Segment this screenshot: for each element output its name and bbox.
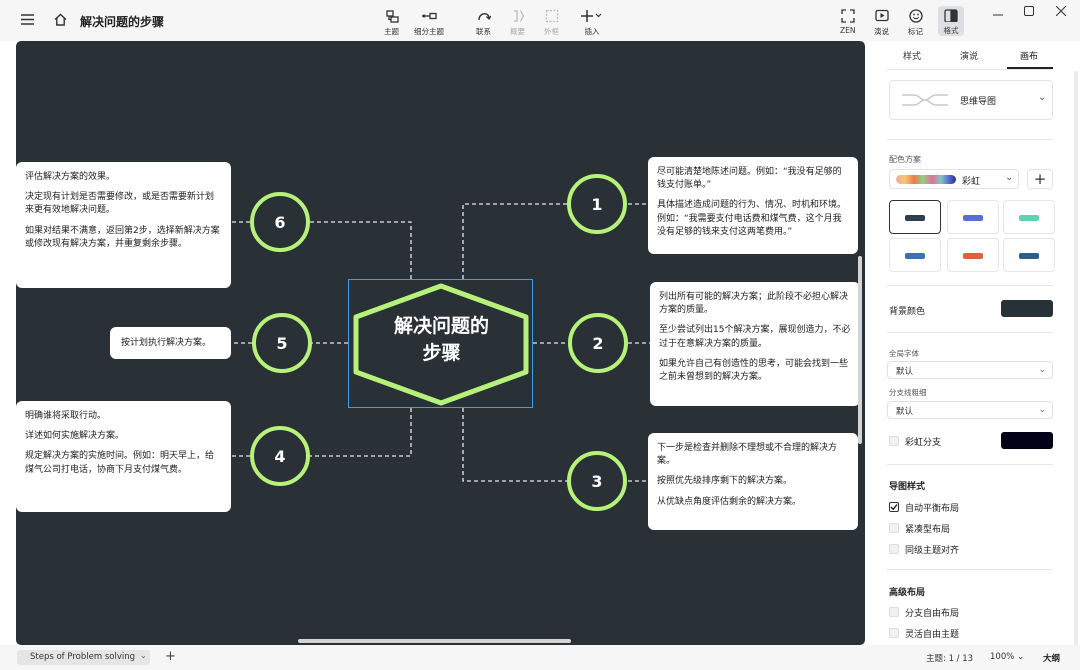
zen-button[interactable]: ZEN xyxy=(840,9,856,35)
theme-option-2[interactable] xyxy=(947,200,999,234)
document-title: 解决问题的步骤 xyxy=(80,15,165,29)
free-branch-checkbox[interactable] xyxy=(889,607,899,617)
summary-button[interactable]: 概要 xyxy=(510,9,525,37)
central-topic-text: 解决问题的 步骤 xyxy=(393,315,489,364)
step-5-node[interactable]: 5 xyxy=(252,313,312,373)
insert-button[interactable]: 插入 xyxy=(581,9,603,37)
summary-icon xyxy=(513,10,524,22)
relationship-button[interactable]: 联系 xyxy=(476,9,491,37)
theme-option-1[interactable] xyxy=(889,200,941,234)
boundary-button[interactable]: 外框 xyxy=(544,9,559,37)
global-font-select[interactable]: 默认 ⌄ xyxy=(887,361,1053,379)
divider xyxy=(887,464,1053,465)
bg-color-swatch[interactable] xyxy=(1001,300,1053,317)
close-icon xyxy=(1056,6,1066,16)
topic-count: 主题: 1 / 13 xyxy=(926,654,974,664)
divider xyxy=(887,569,1053,570)
chevron-down-icon: ⌄ xyxy=(1017,652,1025,662)
sheet-tab[interactable]: Steps of Problem solving ⌄ xyxy=(17,650,150,665)
horizontal-scrollbar[interactable] xyxy=(298,639,571,643)
rainbow-color-swatch[interactable] xyxy=(1001,432,1053,449)
step-6-node[interactable]: 6 xyxy=(250,192,310,252)
divider xyxy=(887,139,1053,140)
step-4-node[interactable]: 4 xyxy=(250,426,310,486)
present-icon xyxy=(874,9,889,22)
minimize-button[interactable] xyxy=(993,10,1003,20)
panel-scrollbar[interactable] xyxy=(1074,71,1078,651)
branch-width-select[interactable]: 默认 ⌄ xyxy=(887,401,1053,419)
marker-button[interactable]: 标记 xyxy=(908,9,923,37)
maximize-icon xyxy=(1024,6,1034,16)
rainbow-branch-checkbox[interactable] xyxy=(889,436,899,446)
rainbow-swatch xyxy=(896,175,956,184)
chevron-down-icon: ⌄ xyxy=(140,651,147,660)
step-3-note[interactable]: 下一步是检查并删除不理想或不合理的解决方案。 按照优先级排序剩下的解决方案。 从… xyxy=(648,433,858,530)
tab-present[interactable]: 演说 xyxy=(960,49,978,62)
step-2-node[interactable]: 2 xyxy=(568,313,628,373)
add-sheet-button[interactable]: + xyxy=(165,649,176,664)
step-2-note[interactable]: 列出所有可能的解决方案；此阶段不必担心解决方案的质量。 至少尝试列出15个解决方… xyxy=(650,282,860,406)
boundary-icon xyxy=(545,9,558,23)
subtopic-button[interactable]: 细分主题 xyxy=(414,9,444,37)
chevron-down-icon: ⌄ xyxy=(1005,172,1014,183)
insert-icon xyxy=(581,10,602,22)
auto-balance-checkbox[interactable] xyxy=(889,502,899,512)
structure-select[interactable]: 思维导图 ⌄ xyxy=(889,80,1053,120)
menu-icon[interactable] xyxy=(21,14,34,25)
tab-canvas[interactable]: 画布 xyxy=(1020,49,1038,62)
marker-icon xyxy=(908,9,923,23)
divider xyxy=(887,332,1053,333)
zen-icon xyxy=(841,9,855,23)
topic-icon xyxy=(385,10,399,23)
minimize-icon xyxy=(993,14,1003,16)
format-button[interactable]: 格式 xyxy=(938,6,964,36)
outline-button[interactable]: 大纲 xyxy=(1043,652,1060,664)
theme-option-3[interactable] xyxy=(1003,200,1055,234)
step-1-note[interactable]: 尽可能清楚地陈述问题。例如：“我没有足够的钱支付账单。” 具体描述造成问题的行为… xyxy=(648,157,858,254)
mind-map-canvas[interactable]: 解决问题的 步骤 1 2 3 4 5 6 尽可能清楚地陈述问题。例如：“我没有足… xyxy=(16,41,865,645)
maximize-button[interactable] xyxy=(1024,6,1034,16)
zoom-select[interactable]: 100% ⌄ xyxy=(990,652,1024,662)
step-6-note[interactable]: 评估解决方案的效果。 决定现有计划是否需要修改，或是否需要新计划来更有效地解决问… xyxy=(16,162,231,288)
add-color-scheme-button[interactable]: + xyxy=(1027,169,1053,189)
step-5-note[interactable]: 按计划执行解决方案。 xyxy=(110,327,231,359)
tab-style[interactable]: 样式 xyxy=(903,49,921,62)
close-button[interactable] xyxy=(1056,6,1066,16)
chevron-down-icon: ⌄ xyxy=(1038,92,1047,103)
chevron-down-icon: ⌄ xyxy=(1038,365,1046,375)
divider xyxy=(887,285,1053,286)
align-same-level-checkbox[interactable] xyxy=(889,544,899,554)
title-bar: 解决问题的步骤 主题 细分主题 联系 概要 外框 插入 ZEN 演说 标记 格式 xyxy=(0,0,1080,41)
step-4-note[interactable]: 明确谁将采取行动。 详述如何实施解决方案。 规定解决方案的实施时间。例如：明天早… xyxy=(16,401,231,512)
chevron-down-icon: ⌄ xyxy=(1038,405,1046,415)
step-3-node[interactable]: 3 xyxy=(567,451,627,511)
status-bar: Steps of Problem solving ⌄ + 主题: 1 / 13 … xyxy=(0,645,1080,670)
divider xyxy=(887,69,1053,70)
color-scheme-select[interactable]: 彩虹 ⌄ xyxy=(889,169,1019,189)
theme-option-6[interactable] xyxy=(1003,238,1055,272)
relationship-icon xyxy=(477,13,491,21)
step-1-node[interactable]: 1 xyxy=(567,174,627,234)
present-button[interactable]: 演说 xyxy=(874,9,889,37)
theme-option-4[interactable] xyxy=(889,238,941,272)
compact-layout-checkbox[interactable] xyxy=(889,523,899,533)
home-icon[interactable] xyxy=(54,13,67,26)
topic-button[interactable]: 主题 xyxy=(384,9,399,37)
checkmark-icon xyxy=(890,504,898,511)
mind-map-structure-icon xyxy=(902,94,948,106)
free-topic-checkbox[interactable] xyxy=(889,628,899,638)
central-topic[interactable]: 解决问题的 步骤 xyxy=(348,279,533,408)
format-panel: 样式 演说 画布 思维导图 ⌄ 配色方案 彩虹 ⌄ + 背景颜色 全局字体 默认… xyxy=(865,41,1080,651)
format-icon xyxy=(944,9,958,22)
theme-option-5[interactable] xyxy=(947,238,999,272)
subtopic-icon xyxy=(422,12,437,20)
vertical-scrollbar[interactable] xyxy=(858,256,862,444)
